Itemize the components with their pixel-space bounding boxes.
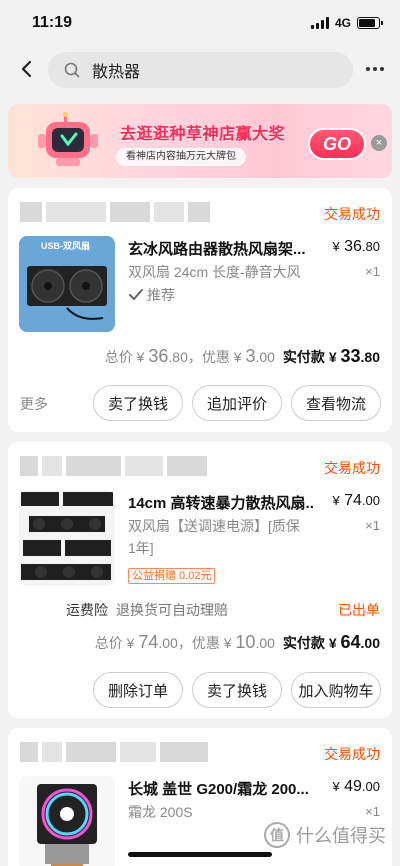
product-price: ¥ 49.00 [332, 778, 380, 795]
sell-button[interactable]: 卖了换钱 [93, 385, 183, 421]
back-button[interactable] [14, 56, 40, 82]
recommend-label: 推荐 [128, 285, 175, 305]
chevron-left-icon [21, 60, 32, 78]
order-card[interactable]: 交易成功 14cm 高转速暴力散热风扇... ¥ 74.00 ×1 双风扇【送调… [8, 442, 392, 718]
product-qty: ×1 [365, 804, 380, 819]
banner-go-button[interactable]: GO [308, 128, 366, 160]
order-card[interactable]: 交易成功 USB-双风扇 玄冰风路由器散热风扇架... ¥ 36.80 ×1 双… [8, 188, 392, 432]
product-price: ¥ 36.80 [332, 238, 380, 255]
add-review-button[interactable]: 追加评价 [192, 385, 282, 421]
search-query: 散热器 [92, 64, 141, 81]
signal-icon [310, 17, 329, 29]
more-link[interactable]: 更多 [20, 394, 48, 414]
thumb-caption: USB-双风扇 [41, 241, 90, 251]
product-spec: 双风扇【送调速电源】[质保 [128, 518, 300, 534]
network-type: 4G [334, 16, 351, 30]
product-title[interactable]: 玄冰风路由器散热风扇架... [128, 238, 314, 259]
track-shipping-button[interactable]: 查看物流 [291, 385, 381, 421]
robot-mascot-icon [38, 112, 98, 166]
product-qty: ×1 [365, 518, 380, 533]
product-thumbnail[interactable] [19, 490, 115, 586]
search-header: 散热器 [0, 48, 400, 92]
shop-name-blurred [20, 742, 208, 762]
banner-title: 去逛逛种草神店赢大奖 [120, 126, 286, 143]
battery-icon [357, 17, 383, 29]
ship-status: 已出单 [338, 602, 380, 618]
product-price: ¥ 74.00 [332, 492, 380, 509]
add-to-cart-button[interactable]: 加入购物车 [291, 672, 381, 708]
status-time: 11:19 [32, 14, 73, 31]
order-total: 总价 ¥ 74.00 ，优惠 ¥ 10.00 实付款 ¥ 64.00 [94, 632, 380, 652]
search-input[interactable]: 散热器 [48, 52, 353, 88]
product-spec: 霜龙 200S [128, 804, 193, 820]
more-dots-icon[interactable] [362, 58, 388, 80]
shop-name-blurred [20, 456, 207, 476]
promo-banner[interactable]: 去逛逛种草神店赢大奖 看神店内容抽万元大牌包 GO × [8, 104, 392, 178]
watermark-text: 什么值得买 [296, 826, 386, 846]
banner-subtitle: 看神店内容抽万元大牌包 [116, 148, 246, 166]
delete-order-button[interactable]: 删除订单 [93, 672, 183, 708]
order-status: 交易成功 [324, 746, 380, 762]
product-spec-cont: 1年] [128, 540, 154, 556]
order-status: 交易成功 [324, 206, 380, 222]
home-indicator [128, 852, 272, 857]
product-qty: ×1 [365, 264, 380, 279]
battery-level [359, 19, 376, 27]
order-status: 交易成功 [324, 460, 380, 476]
checkmark-icon [129, 289, 143, 301]
product-thumbnail[interactable] [19, 776, 115, 866]
status-icons: 4G [310, 16, 383, 30]
fan-product-image [19, 490, 115, 586]
product-spec: 双风扇 24cm 长度-静音大风 [128, 264, 301, 280]
status-bar: 11:19 4G [0, 0, 400, 46]
product-title[interactable]: 长城 盖世 G200/霜龙 200... [128, 778, 314, 799]
product-title[interactable]: 14cm 高转速暴力散热风扇... [128, 492, 314, 513]
search-icon [64, 62, 80, 78]
shop-name-blurred [20, 202, 210, 222]
shipping-insurance[interactable]: 运费险 退换货可自动理赔 [66, 600, 228, 620]
close-icon[interactable]: × [371, 135, 387, 151]
charity-badge: 公益捐赠 0.02元 [128, 568, 216, 584]
product-thumbnail[interactable]: USB-双风扇 [19, 236, 115, 332]
sell-button[interactable]: 卖了换钱 [192, 672, 282, 708]
watermark-logo: 值 [264, 822, 290, 848]
watermark: 值 什么值得买 [264, 822, 386, 848]
cpu-cooler-image [19, 776, 115, 866]
order-total: 总价 ¥ 36.80 ，优惠 ¥ 3.00 实付款 ¥ 33.80 [104, 346, 380, 366]
